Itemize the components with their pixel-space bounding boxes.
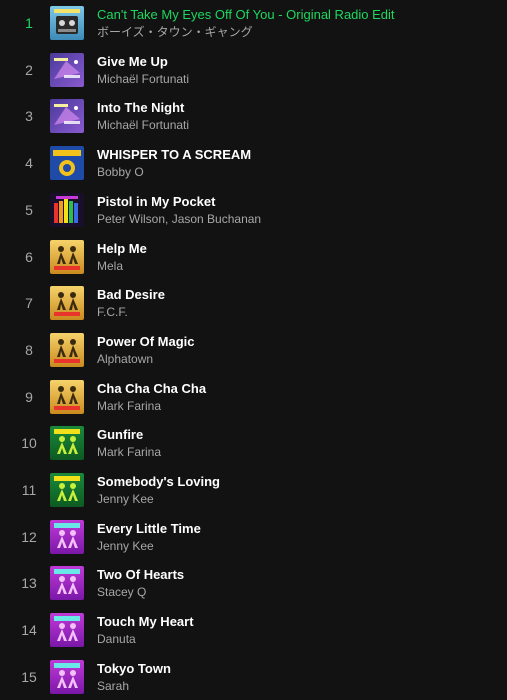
track-row[interactable]: 10 Gunfire Mark Farina <box>0 420 507 466</box>
track-title-link[interactable]: Pistol in My Pocket <box>97 194 499 210</box>
track-artist-link[interactable]: Jenny Kee <box>97 492 499 506</box>
track-title-link[interactable]: Can't Take My Eyes Off Of You - Original… <box>97 7 499 23</box>
album-cover-image <box>50 193 84 227</box>
track-row[interactable]: 11 Somebody's Loving Jenny Kee <box>0 467 507 513</box>
album-cover-image <box>50 6 84 40</box>
track-list: 1 Can't Take My Eyes Off Of You - Origin… <box>0 0 507 700</box>
track-artist-link[interactable]: Peter Wilson, Jason Buchanan <box>97 212 499 226</box>
track-title-link[interactable]: WHISPER TO A SCREAM <box>97 147 499 163</box>
album-cover-image <box>50 613 84 647</box>
track-number: 1 <box>25 15 33 31</box>
track-artist-link[interactable]: Bobby O <box>97 165 499 179</box>
track-number: 9 <box>25 388 33 405</box>
track-number: 2 <box>25 61 33 78</box>
album-cover-image <box>50 660 84 694</box>
track-row[interactable]: 8 Power Of Magic Alphatown <box>0 327 507 373</box>
track-artist-link[interactable]: Mark Farina <box>97 445 499 459</box>
track-artist-link[interactable]: Alphatown <box>97 352 499 366</box>
track-title-link[interactable]: Touch My Heart <box>97 614 499 630</box>
album-cover-image <box>50 146 84 180</box>
album-cover-image <box>50 426 84 460</box>
album-cover-image <box>50 99 84 133</box>
album-cover-image <box>50 286 84 320</box>
track-row[interactable]: 13 Two Of Hearts Stacey Q <box>0 560 507 606</box>
track-title-link[interactable]: Two Of Hearts <box>97 567 499 583</box>
album-cover-image <box>50 566 84 600</box>
track-number: 8 <box>25 341 33 358</box>
track-artist-link[interactable]: Michaël Fortunati <box>97 72 499 86</box>
track-number: 4 <box>25 155 33 172</box>
track-number: 11 <box>21 482 37 498</box>
track-number: 15 <box>21 668 37 685</box>
track-row[interactable]: 12 Every Little Time Jenny Kee <box>0 514 507 560</box>
track-row[interactable]: 15 Tokyo Town Sarah <box>0 654 507 700</box>
track-title-link[interactable]: Give Me Up <box>97 54 499 70</box>
track-title-link[interactable]: Tokyo Town <box>97 661 499 677</box>
track-number: 3 <box>25 108 33 125</box>
track-title-link[interactable]: Into The Night <box>97 100 499 116</box>
album-cover-image <box>50 473 84 507</box>
track-row[interactable]: 5 Pistol in My Pocket Peter Wilson, Jaso… <box>0 187 507 233</box>
track-number: 5 <box>25 201 33 218</box>
track-row[interactable]: 1 Can't Take My Eyes Off Of You - Origin… <box>0 0 507 46</box>
track-artist-link[interactable]: F.C.F. <box>97 305 499 319</box>
track-number: 7 <box>25 295 33 312</box>
track-number: 10 <box>21 435 37 452</box>
track-number: 13 <box>21 575 37 592</box>
album-cover-image <box>50 333 84 367</box>
track-artist-link[interactable]: Jenny Kee <box>97 539 499 553</box>
track-title-link[interactable]: Somebody's Loving <box>97 474 499 490</box>
track-title-link[interactable]: Every Little Time <box>97 521 499 537</box>
track-row[interactable]: 4 WHISPER TO A SCREAM Bobby O <box>0 140 507 186</box>
track-artist-link[interactable]: Sarah <box>97 679 499 693</box>
album-cover-image <box>50 53 84 87</box>
track-artist-link[interactable]: Michaël Fortunati <box>97 118 499 132</box>
track-artist-link[interactable]: Mark Farina <box>97 399 499 413</box>
track-title-link[interactable]: Gunfire <box>97 427 499 443</box>
track-title-link[interactable]: Cha Cha Cha Cha <box>97 381 499 397</box>
track-number: 12 <box>21 528 37 545</box>
album-cover-image <box>50 240 84 274</box>
track-title-link[interactable]: Power Of Magic <box>97 334 499 350</box>
track-row[interactable]: 3 Into The Night Michaël Fortunati <box>0 93 507 139</box>
track-artist-link[interactable]: Stacey Q <box>97 585 499 599</box>
track-row[interactable]: 6 Help Me Mela <box>0 234 507 280</box>
track-artist-link[interactable]: Mela <box>97 259 499 273</box>
track-title-link[interactable]: Bad Desire <box>97 287 499 303</box>
track-number: 14 <box>21 622 37 639</box>
track-row[interactable]: 7 Bad Desire F.C.F. <box>0 280 507 326</box>
album-cover-image <box>50 520 84 554</box>
track-row[interactable]: 9 Cha Cha Cha Cha Mark Farina <box>0 374 507 420</box>
track-row[interactable]: 2 Give Me Up Michaël Fortunati <box>0 47 507 93</box>
album-cover-image <box>50 380 84 414</box>
track-row[interactable]: 14 Touch My Heart Danuta <box>0 607 507 653</box>
track-artist-link[interactable]: ボーイズ・タウン・ギャング <box>97 25 499 39</box>
track-artist-link[interactable]: Danuta <box>97 632 499 646</box>
track-title-link[interactable]: Help Me <box>97 241 499 257</box>
track-number: 6 <box>25 248 33 265</box>
